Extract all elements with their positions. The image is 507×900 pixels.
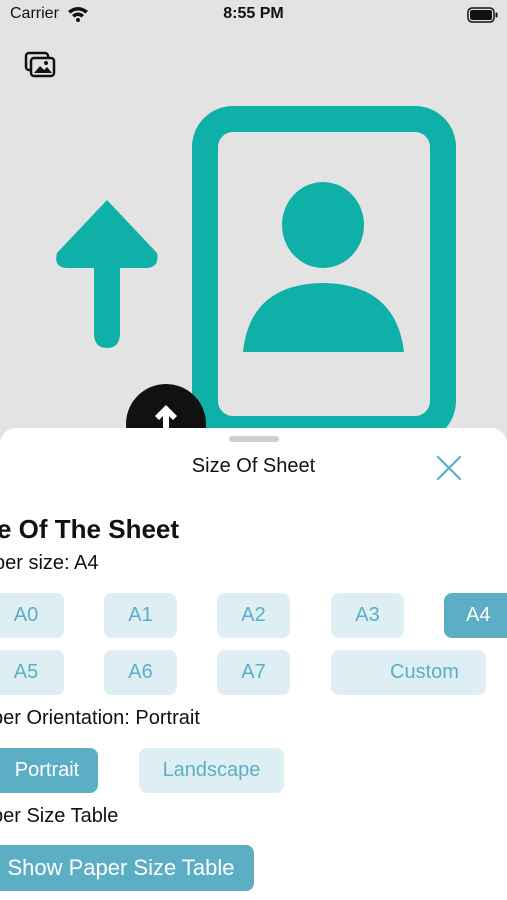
sheet-content: ze Of The Sheet per size: A4 A0 A1 A2 A3… [0,428,507,900]
status-time: 8:55 PM [223,5,284,22]
person-body [243,283,404,352]
orientation-portrait-button[interactable]: Portrait [0,748,98,793]
person-head [282,182,364,268]
paper-size-chip-custom[interactable]: Custom [331,650,486,695]
orientation-label: per Orientation: Portrait [0,707,200,729]
paper-size-chip-a0[interactable]: A0 [0,593,64,638]
paper-size-chip-a1[interactable]: A1 [104,593,177,638]
paper-size-table-label: per Size Table [0,805,119,827]
frame-border [192,106,456,440]
orientation-landscape-button[interactable]: Landscape [139,748,284,793]
arrow-up-illustration [56,200,158,348]
photo-gallery-icon[interactable] [24,50,56,78]
paper-size-chip-a2[interactable]: A2 [217,593,290,638]
paper-size-chip-a5[interactable]: A5 [0,650,64,695]
status-bar: Carrier 8:55 PM [0,0,507,32]
paper-size-label: per size: A4 [0,552,99,574]
paper-size-chip-a3[interactable]: A3 [331,593,404,638]
paper-size-chip-a6[interactable]: A6 [104,650,177,695]
size-of-sheet-panel: Size Of Sheet ze Of The Sheet per size: … [0,428,507,900]
paper-size-chip-a7[interactable]: A7 [217,650,290,695]
paper-size-chip-a4[interactable]: A4 [444,593,507,638]
battery-icon [467,7,498,23]
show-paper-size-table-button[interactable]: Show Paper Size Table [0,845,254,891]
section-heading: ze Of The Sheet [0,514,180,544]
portrait-frame-illustration [56,106,456,440]
